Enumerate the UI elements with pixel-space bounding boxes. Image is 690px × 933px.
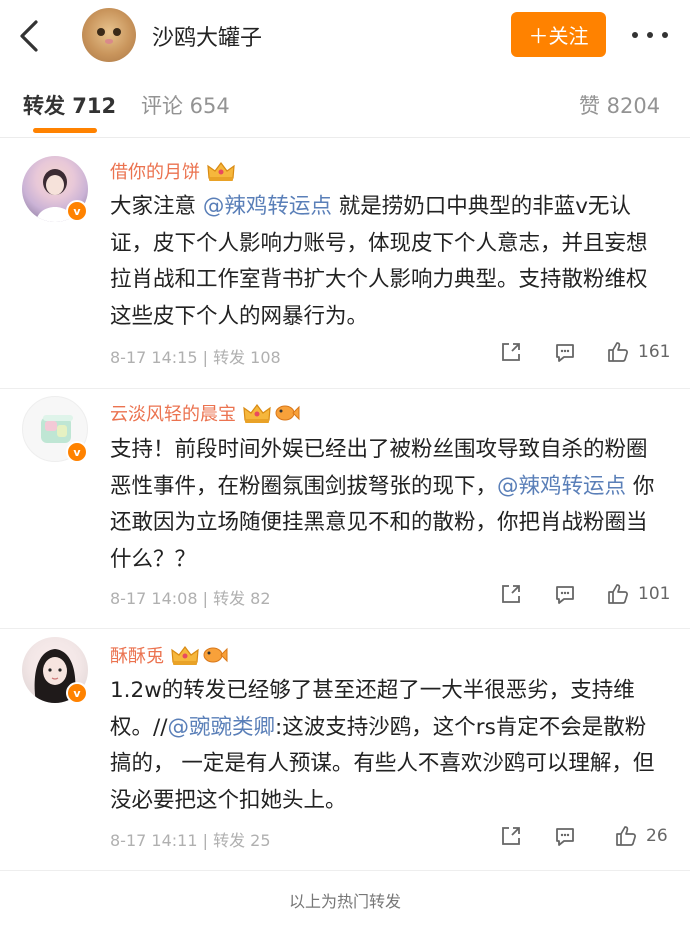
more-dot-icon <box>632 32 638 38</box>
timestamp: 8-17 14:15 <box>110 348 198 367</box>
follow-button[interactable]: ＋关注 <box>511 12 606 57</box>
share-icon <box>502 827 520 845</box>
comment-icon <box>556 344 574 362</box>
like-button[interactable]: 161 <box>606 340 670 364</box>
tab-repost[interactable]: 转发 712 <box>23 90 116 120</box>
comment-meta: 8-17 14:15 | 转发 108 <box>110 344 281 368</box>
crown-badge-icon <box>243 404 271 423</box>
post-tabs: 转发 712 评论 654 赞 8204 <box>0 72 690 138</box>
chevron-left-icon <box>20 20 38 52</box>
comment-content: 1.2w的转发已经够了甚至还超了一大半很恶劣，支持维权。//@豌豌类卿:这波支持… <box>110 673 666 819</box>
divider <box>0 870 690 871</box>
mention-link[interactable]: @辣鸡转运点 <box>497 474 626 499</box>
crown-badge-icon <box>171 646 199 665</box>
comment-content: 支持！前段时间外娱已经出了被粉丝围攻导致自杀的粉圈恶性事件，在粉圈氛围剑拔弩张的… <box>110 432 666 578</box>
username-text[interactable]: 酥酥兎 <box>110 646 164 667</box>
username-text[interactable]: 云淡风轻的晨宝 <box>110 404 236 425</box>
cat-eye <box>113 28 121 36</box>
share-button[interactable] <box>499 824 523 848</box>
comment-username[interactable]: 酥酥兎 <box>110 642 228 668</box>
comment-button[interactable] <box>553 582 577 606</box>
like-button[interactable]: 26 <box>614 824 668 848</box>
comment-icon <box>556 828 574 846</box>
top-bar: 沙鸥大罐子 ＋关注 <box>0 0 690 72</box>
crown-badge-icon <box>207 162 235 181</box>
cat-nose <box>105 39 113 44</box>
comment-icon <box>556 586 574 604</box>
divider <box>0 388 690 389</box>
verified-badge-icon: v <box>66 200 88 222</box>
meta-separator: | <box>197 348 214 367</box>
comment-username[interactable]: 借你的月饼 <box>110 158 236 184</box>
comment-content: 大家注意 @辣鸡转运点 就是捞奶口中典型的非蓝v无认证，皮下个人影响力账号，体现… <box>110 189 666 335</box>
content-text: 大家注意 <box>110 194 203 219</box>
timestamp: 8-17 14:08 <box>110 589 198 608</box>
like-count: 26 <box>646 826 668 846</box>
more-dot-icon <box>662 32 668 38</box>
comment-meta: 8-17 14:08 | 转发 82 <box>110 585 271 609</box>
thumbs-up-icon <box>608 342 628 362</box>
author-avatar[interactable] <box>82 8 136 62</box>
back-button[interactable] <box>14 16 44 56</box>
more-dot-icon <box>647 32 653 38</box>
like-count: 101 <box>638 584 671 604</box>
tab-comment[interactable]: 评论 654 <box>141 90 230 120</box>
verified-badge-icon: v <box>66 441 88 463</box>
comment-username[interactable]: 云淡风轻的晨宝 <box>110 400 300 426</box>
fish-badge-icon <box>275 405 300 421</box>
share-button[interactable] <box>499 340 523 364</box>
repost-count[interactable]: 转发 82 <box>213 589 270 608</box>
comment-button[interactable] <box>553 340 577 364</box>
comment-meta: 8-17 14:11 | 转发 25 <box>110 827 271 851</box>
divider <box>0 628 690 629</box>
timestamp: 8-17 14:11 <box>110 831 198 850</box>
thumbs-up-icon <box>608 584 628 604</box>
tab-like[interactable]: 赞 8204 <box>579 90 660 120</box>
repost-count[interactable]: 转发 108 <box>213 348 281 367</box>
author-name[interactable]: 沙鸥大罐子 <box>152 20 262 52</box>
verified-badge-icon: v <box>66 682 88 704</box>
share-icon <box>502 585 520 603</box>
share-icon <box>502 343 520 361</box>
meta-separator: | <box>197 831 214 850</box>
meta-separator: | <box>197 589 214 608</box>
more-options-button[interactable] <box>632 20 668 50</box>
hot-reposts-note: 以上为热门转发 <box>288 892 401 911</box>
username-text[interactable]: 借你的月饼 <box>110 162 200 183</box>
like-button[interactable]: 101 <box>606 582 670 606</box>
comment-button[interactable] <box>553 824 577 848</box>
share-button[interactable] <box>499 582 523 606</box>
active-tab-indicator <box>33 128 97 133</box>
repost-count[interactable]: 转发 25 <box>213 831 270 850</box>
thumbs-up-icon <box>616 826 636 846</box>
mention-link[interactable]: @豌豌类卿 <box>168 715 276 740</box>
cat-eye <box>97 28 105 36</box>
mention-link[interactable]: @辣鸡转运点 <box>203 194 332 219</box>
fish-badge-icon <box>203 647 228 663</box>
like-count: 161 <box>638 342 671 362</box>
